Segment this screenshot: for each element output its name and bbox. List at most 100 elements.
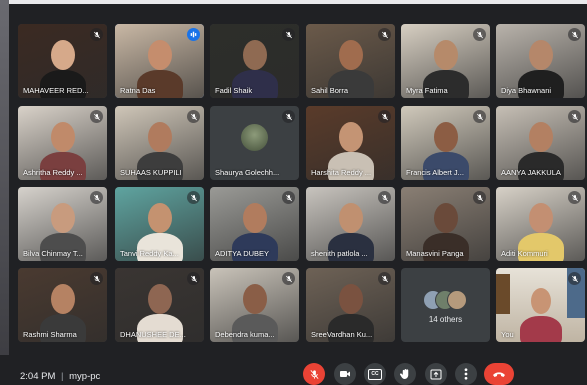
self-label: You	[501, 330, 514, 339]
participant-face	[339, 122, 363, 152]
mic-toggle-button[interactable]	[303, 363, 325, 385]
participant-tile[interactable]: Diya Bhawnani	[496, 24, 585, 98]
participant-tile[interactable]: Francis Albert J...	[401, 106, 490, 180]
participant-avatar	[241, 124, 268, 151]
participant-tile[interactable]: SUHAAS KUPPILI	[115, 106, 204, 180]
participant-name: Bilva Chinmay T...	[23, 249, 83, 258]
participant-grid: MAHAVEER RED... Ratna Das Fadil Shaik Sahil…	[18, 24, 586, 342]
participant-face	[148, 284, 172, 314]
participant-tile[interactable]: Rashmi Sharma	[18, 268, 107, 342]
camera-toggle-button[interactable]	[334, 363, 356, 385]
participant-face	[339, 40, 363, 70]
participant-tile[interactable]: ADITYA DUBEY	[210, 187, 299, 261]
self-face	[531, 288, 551, 314]
others-label: 14 others	[428, 315, 463, 324]
participant-name: Manasvini Panga	[406, 249, 464, 258]
mic-off-icon	[378, 110, 391, 123]
participant-tile[interactable]: Ratna Das	[115, 24, 204, 98]
present-now-button[interactable]	[425, 363, 447, 385]
participant-name: SUHAAS KUPPILI	[120, 168, 182, 177]
participant-face	[243, 40, 267, 70]
more-options-button[interactable]	[455, 363, 477, 385]
self-view-tile[interactable]: You	[496, 268, 585, 342]
participant-tile[interactable]: Tanvi Reddy Ka...	[115, 187, 204, 261]
top-window-edge	[0, 0, 587, 4]
participant-tile[interactable]: Manasvini Panga	[401, 187, 490, 261]
others-tile[interactable]: 14 others	[401, 268, 490, 342]
participant-name: Sahil Borra	[311, 86, 349, 95]
mic-off-icon	[90, 28, 103, 41]
bottom-control-bar: 2:04 PM | myp-pc CC	[0, 355, 587, 385]
participant-face	[148, 122, 172, 152]
mic-off-icon	[309, 369, 319, 379]
participant-face	[51, 284, 75, 314]
mic-off-icon	[282, 28, 295, 41]
mic-off-icon	[90, 272, 103, 285]
mic-off-icon	[187, 191, 200, 204]
participant-face	[434, 40, 458, 70]
participant-name: Fadil Shaik	[215, 86, 253, 95]
mic-off-icon	[473, 191, 486, 204]
participant-tile[interactable]: SreeVardhan Ku...	[306, 268, 395, 342]
participant-name: Diya Bhawnani	[501, 86, 552, 95]
participant-face	[529, 40, 553, 70]
participant-face	[434, 122, 458, 152]
participant-name: Francis Albert J...	[406, 168, 464, 177]
participant-face	[529, 122, 553, 152]
participant-face	[339, 284, 363, 314]
captions-button[interactable]: CC	[364, 363, 386, 385]
participant-tile[interactable]: Debendra kuma...	[210, 268, 299, 342]
camera-icon	[340, 371, 350, 377]
participant-tile[interactable]: shenith patlola ...	[306, 187, 395, 261]
participant-name: Debendra kuma...	[215, 330, 275, 339]
participant-tile[interactable]: Bilva Chinmay T...	[18, 187, 107, 261]
meeting-code: myp-pc	[69, 371, 101, 382]
participant-name: ADITYA DUBEY	[215, 249, 270, 258]
mic-off-icon	[187, 272, 200, 285]
mic-off-icon	[378, 191, 391, 204]
participant-face	[529, 203, 553, 233]
mic-off-icon	[473, 28, 486, 41]
participant-tile[interactable]: Ashritha Reddy ...	[18, 106, 107, 180]
more-vert-icon	[464, 368, 468, 380]
captions-icon-text: CC	[371, 370, 379, 377]
present-icon	[430, 369, 442, 379]
participant-face	[51, 122, 75, 152]
leave-call-button[interactable]	[484, 363, 514, 385]
participant-tile[interactable]: Fadil Shaik	[210, 24, 299, 98]
mic-off-icon	[187, 110, 200, 123]
participant-tile[interactable]: Harshita Reddy ...	[306, 106, 395, 180]
meeting-info: 2:04 PM | myp-pc	[20, 371, 100, 382]
participant-name: Tanvi Reddy Ka...	[120, 249, 179, 258]
participant-name: MAHAVEER RED...	[23, 86, 89, 95]
participant-tile[interactable]: MAHAVEER RED...	[18, 24, 107, 98]
mic-off-icon	[568, 110, 581, 123]
others-avatars	[423, 290, 467, 310]
mic-off-icon	[282, 110, 295, 123]
captions-icon: CC	[368, 368, 382, 380]
mic-off-icon	[568, 191, 581, 204]
participant-face	[434, 203, 458, 233]
participant-tile[interactable]: AANYA JAKKULA	[496, 106, 585, 180]
mic-off-icon	[568, 272, 581, 285]
mic-off-icon	[473, 110, 486, 123]
participant-name: Harshita Reddy ...	[311, 168, 372, 177]
mic-off-icon	[282, 191, 295, 204]
participant-tile[interactable]: DHANUSHEE DE...	[115, 268, 204, 342]
meeting-time: 2:04 PM	[20, 371, 56, 382]
participant-face	[51, 40, 75, 70]
participant-name: Shaurya Golechh...	[215, 168, 280, 177]
mic-off-icon	[90, 110, 103, 123]
raise-hand-button[interactable]	[394, 363, 416, 385]
participant-tile[interactable]: Myra Fatima	[401, 24, 490, 98]
meet-window: MAHAVEER RED... Ratna Das Fadil Shaik Sahil…	[0, 0, 587, 385]
participant-name: SreeVardhan Ku...	[311, 330, 373, 339]
participant-name: Aditi Kommuri	[501, 249, 548, 258]
participant-tile[interactable]: Aditi Kommuri	[496, 187, 585, 261]
participant-name: Rashmi Sharma	[23, 330, 77, 339]
mic-off-icon	[90, 191, 103, 204]
participant-tile[interactable]: Shaurya Golechh...	[210, 106, 299, 180]
participant-name: Myra Fatima	[406, 86, 448, 95]
participant-face	[148, 203, 172, 233]
participant-tile[interactable]: Sahil Borra	[306, 24, 395, 98]
